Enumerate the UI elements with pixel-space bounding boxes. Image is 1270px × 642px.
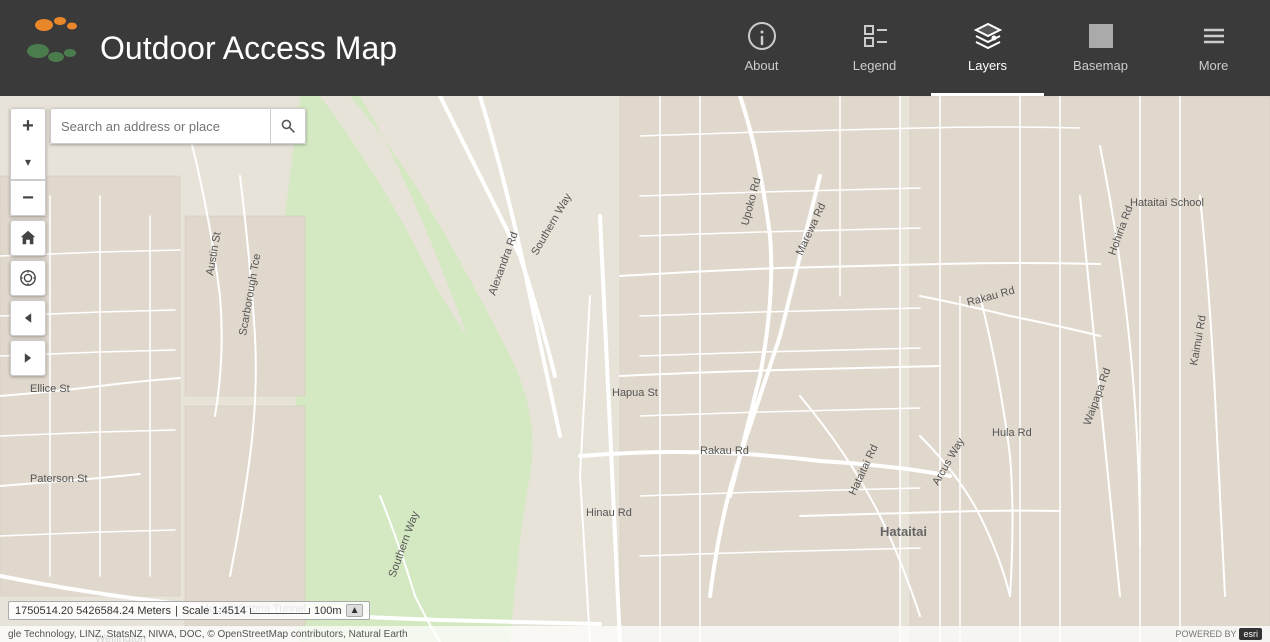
attribution-bar: gle Technology, LINZ, StatsNZ, NIWA, DOC… <box>0 626 1270 642</box>
nav-item-more[interactable]: More <box>1157 0 1270 96</box>
esri-badge: esri <box>1239 628 1262 640</box>
zoom-dropdown-button[interactable]: ▾ <box>10 144 46 180</box>
scale-up-button[interactable]: ▲ <box>346 604 364 617</box>
more-icon <box>1198 20 1230 52</box>
nav-item-basemap[interactable]: Basemap <box>1044 0 1157 96</box>
search-bar <box>50 108 306 144</box>
home-icon <box>19 229 37 247</box>
zoom-out-button[interactable]: − <box>10 180 46 216</box>
app-logo <box>16 13 86 83</box>
header: Outdoor Access Map About Legend <box>0 0 1270 96</box>
info-icon <box>746 20 778 52</box>
zoom-in-button[interactable]: + <box>10 108 46 144</box>
app-title: Outdoor Access Map <box>100 30 397 67</box>
scale-distance-label: 100m <box>314 605 342 617</box>
svg-text:Rakau Rd: Rakau Rd <box>700 445 749 457</box>
powered-by-label: POWERED BY <box>1175 629 1236 639</box>
nav-label-more: More <box>1199 58 1229 73</box>
forward-button[interactable] <box>10 340 46 376</box>
svg-text:Paterson St: Paterson St <box>30 473 87 485</box>
scale-separator: | <box>175 605 178 617</box>
logo-area: Outdoor Access Map <box>0 13 705 83</box>
locate-icon <box>19 269 37 287</box>
nav-label-basemap: Basemap <box>1073 58 1128 73</box>
search-button[interactable] <box>270 108 306 144</box>
search-input[interactable] <box>50 108 270 144</box>
nav-item-about[interactable]: About <box>705 0 818 96</box>
nav-item-legend[interactable]: Legend <box>818 0 931 96</box>
nav-item-layers[interactable]: Layers <box>931 0 1044 96</box>
back-button[interactable] <box>10 300 46 336</box>
nav-bar: About Legend Layers <box>705 0 1270 96</box>
back-icon <box>20 310 36 326</box>
map-canvas: Southern Way Alexandra Rd Hapua St Hinau… <box>0 96 1270 642</box>
esri-logo: POWERED BY esri <box>1175 628 1262 640</box>
coordinates-display: 1750514.20 5426584.24 Meters <box>15 605 171 617</box>
svg-text:Ellice St: Ellice St <box>30 383 70 395</box>
nav-label-about: About <box>745 58 779 73</box>
svg-text:Hataitai School: Hataitai School <box>1130 197 1204 209</box>
locate-button[interactable] <box>10 260 46 296</box>
nav-label-legend: Legend <box>853 58 896 73</box>
basemap-icon <box>1085 20 1117 52</box>
scale-bar-line <box>250 608 310 614</box>
svg-text:Hataitai: Hataitai <box>880 524 927 539</box>
search-icon <box>280 118 296 134</box>
legend-icon <box>859 20 891 52</box>
svg-text:Hapua St: Hapua St <box>612 387 658 399</box>
nav-label-layers: Layers <box>968 58 1007 73</box>
svg-text:Hula Rd: Hula Rd <box>992 427 1032 439</box>
attribution-text: gle Technology, LINZ, StatsNZ, NIWA, DOC… <box>8 629 408 640</box>
map-container[interactable]: Southern Way Alexandra Rd Hapua St Hinau… <box>0 96 1270 642</box>
layers-icon <box>972 20 1004 52</box>
scale-display: Scale 1:4514 <box>182 605 246 617</box>
zoom-group: + ▾ − <box>10 108 46 216</box>
scale-bar: 1750514.20 5426584.24 Meters | Scale 1:4… <box>8 601 370 620</box>
svg-text:Hinau Rd: Hinau Rd <box>586 507 632 519</box>
forward-icon <box>20 350 36 366</box>
left-toolbar: + ▾ − <box>10 108 46 376</box>
home-button[interactable] <box>10 220 46 256</box>
